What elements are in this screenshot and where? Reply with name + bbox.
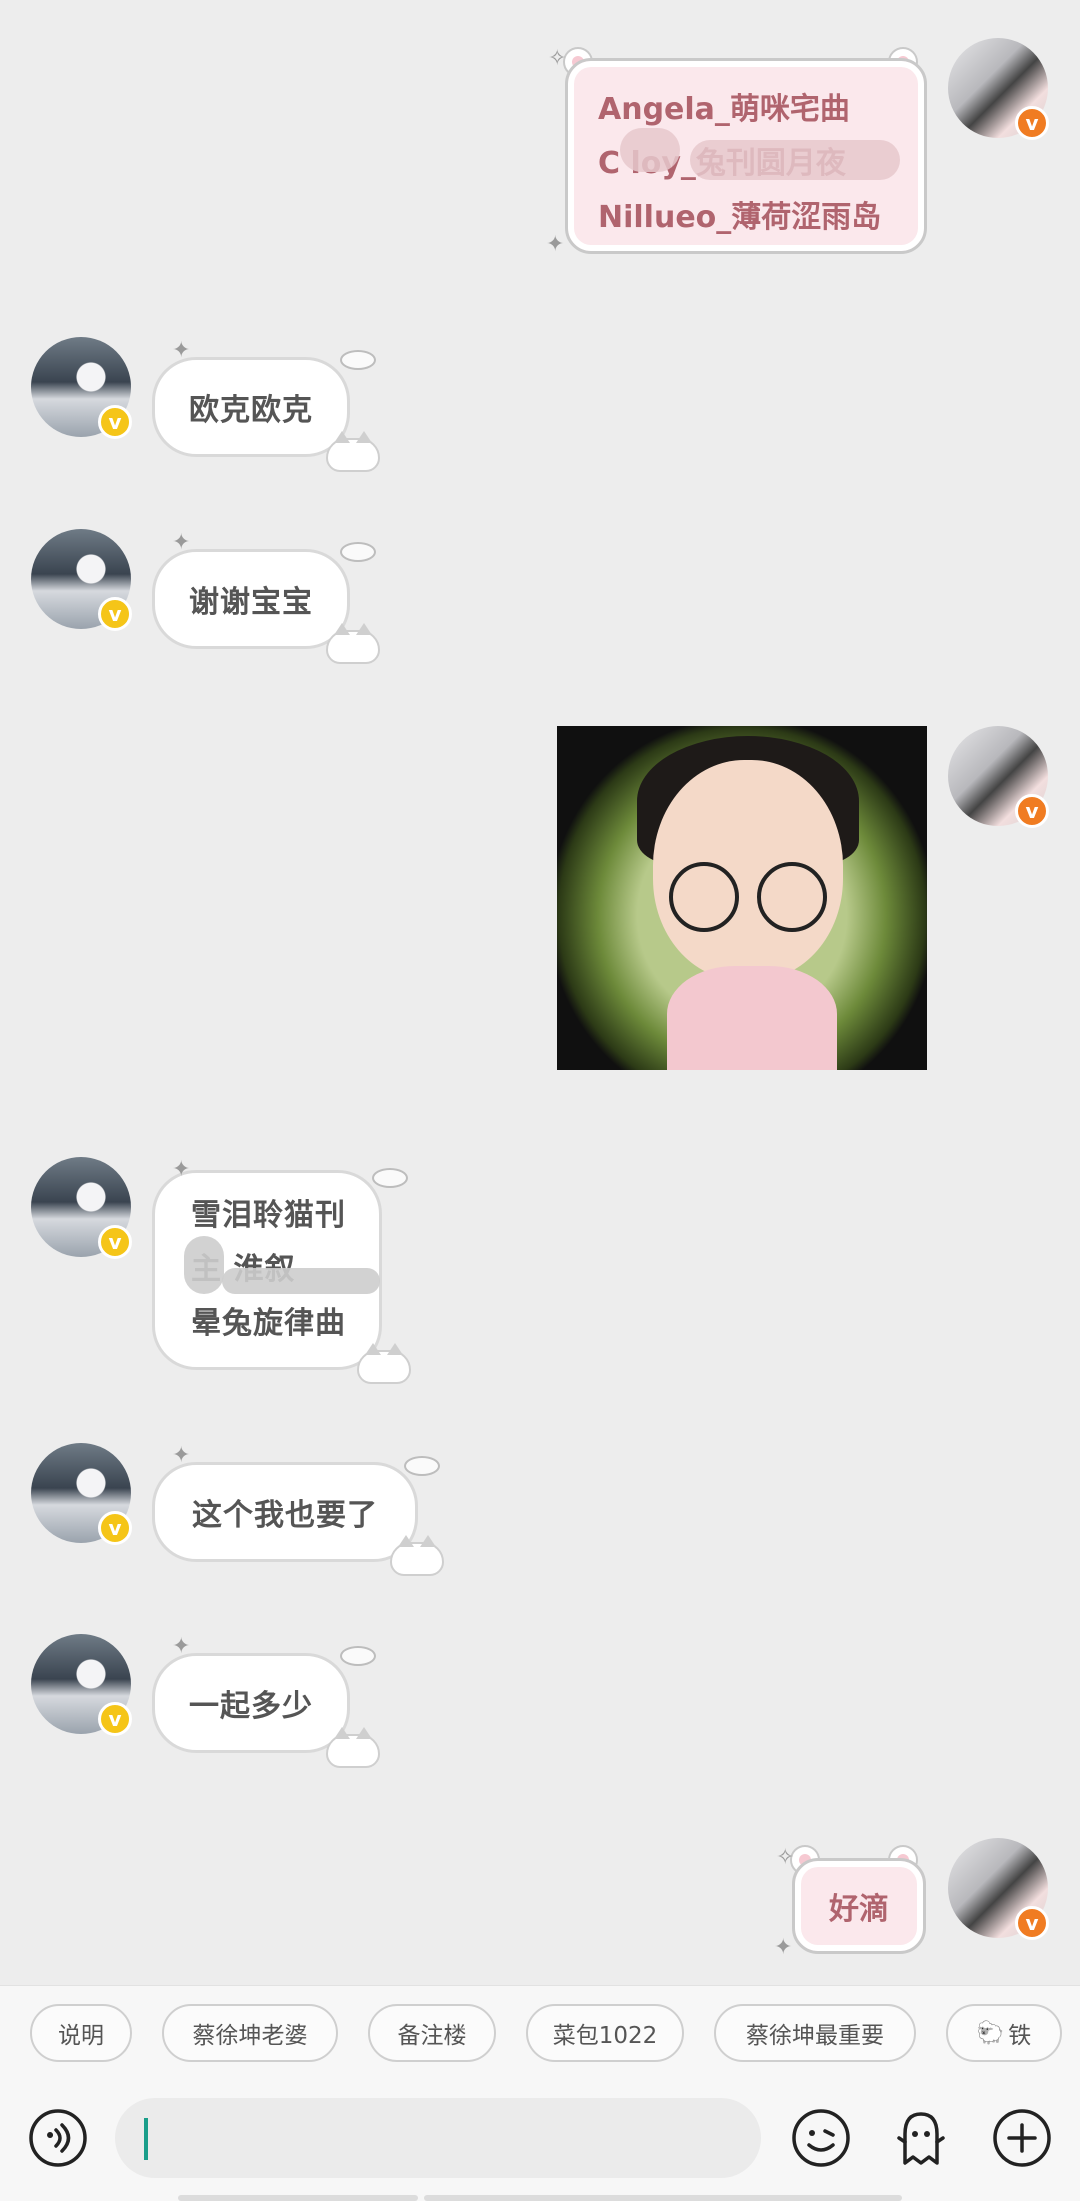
chat-bubble[interactable]: 欧克欧克 [152, 357, 350, 457]
input-bar [0, 2075, 1080, 2201]
verified-badge: v [1015, 106, 1049, 140]
redaction-scribble [690, 140, 900, 180]
chat-bubble[interactable]: 这个我也要了 [152, 1462, 418, 1562]
cloud-icon [340, 1646, 376, 1666]
sparkle-icon: ✦ [172, 530, 191, 555]
cat-icon [357, 1343, 411, 1384]
quick-reply-chip[interactable]: 备注楼 [368, 2004, 496, 2062]
sparkle-icon: ✦ [172, 338, 191, 363]
message-line: Nillueo_薄荷涩雨岛 [598, 200, 882, 235]
verified-badge: v [1015, 1906, 1049, 1940]
cat-icon [326, 431, 380, 472]
verified-badge: v [98, 405, 132, 439]
cloud-icon [404, 1456, 440, 1476]
text-cursor [144, 2118, 148, 2160]
redaction-scribble [222, 1268, 380, 1294]
sparkle-icon: ✦ [546, 232, 565, 257]
photo-glasses [757, 862, 827, 932]
sparkle-icon: ✧ [776, 1845, 795, 1870]
sheep-icon: 🐑 [976, 2020, 1005, 2046]
verified-badge: v [98, 597, 132, 631]
voice-icon[interactable] [28, 2108, 88, 2168]
photo-shirt [667, 966, 837, 1070]
plus-icon[interactable] [992, 2108, 1052, 2168]
quick-reply-chip[interactable]: 蔡徐坤最重要 [714, 2004, 916, 2062]
chat-bubble[interactable]: 谢谢宝宝 [152, 549, 350, 649]
quick-reply-chip[interactable]: 🐑 铁 [946, 2004, 1062, 2062]
quick-reply-chip[interactable]: 菜包1022 [526, 2004, 684, 2062]
redaction-scribble [184, 1236, 224, 1294]
verified-badge: v [98, 1225, 132, 1259]
quick-reply-chip[interactable]: 蔡徐坤老婆 [162, 2004, 338, 2062]
message-line: 晕兔旋律曲 [191, 1306, 346, 1341]
sparkle-icon: ✧ [548, 46, 567, 71]
home-indicator [424, 2195, 902, 2201]
photo-message[interactable] [557, 726, 927, 1070]
sparkle-icon: ✦ [172, 1443, 191, 1468]
chat-bubble[interactable]: 好滴 [792, 1858, 926, 1954]
message-line: 雪泪聆猫刊 [191, 1198, 346, 1233]
quick-reply-bar: 说明 蔡徐坤老婆 备注楼 菜包1022 蔡徐坤最重要 🐑 铁 [0, 1985, 1080, 2076]
sparkle-icon: ✦ [774, 1935, 793, 1960]
cat-icon [390, 1535, 444, 1576]
cat-icon [326, 623, 380, 664]
emoji-icon[interactable] [791, 2108, 851, 2168]
verified-badge: v [98, 1702, 132, 1736]
sticker-icon[interactable] [891, 2108, 951, 2168]
cat-icon [326, 1727, 380, 1768]
cloud-icon [372, 1168, 408, 1188]
home-indicator [178, 2195, 418, 2201]
chip-label: 铁 [1008, 2023, 1032, 2049]
sparkle-icon: ✦ [172, 1157, 191, 1182]
verified-badge: v [98, 1511, 132, 1545]
cloud-icon [340, 350, 376, 370]
message-input[interactable] [115, 2098, 761, 2178]
sparkle-icon: ✦ [172, 1634, 191, 1659]
quick-reply-chip[interactable]: 说明 [30, 2004, 132, 2062]
chat-bubble[interactable]: 一起多少 [152, 1653, 350, 1753]
redaction-scribble [620, 128, 680, 172]
verified-badge: v [1015, 794, 1049, 828]
cloud-icon [340, 542, 376, 562]
photo-glasses [669, 862, 739, 932]
